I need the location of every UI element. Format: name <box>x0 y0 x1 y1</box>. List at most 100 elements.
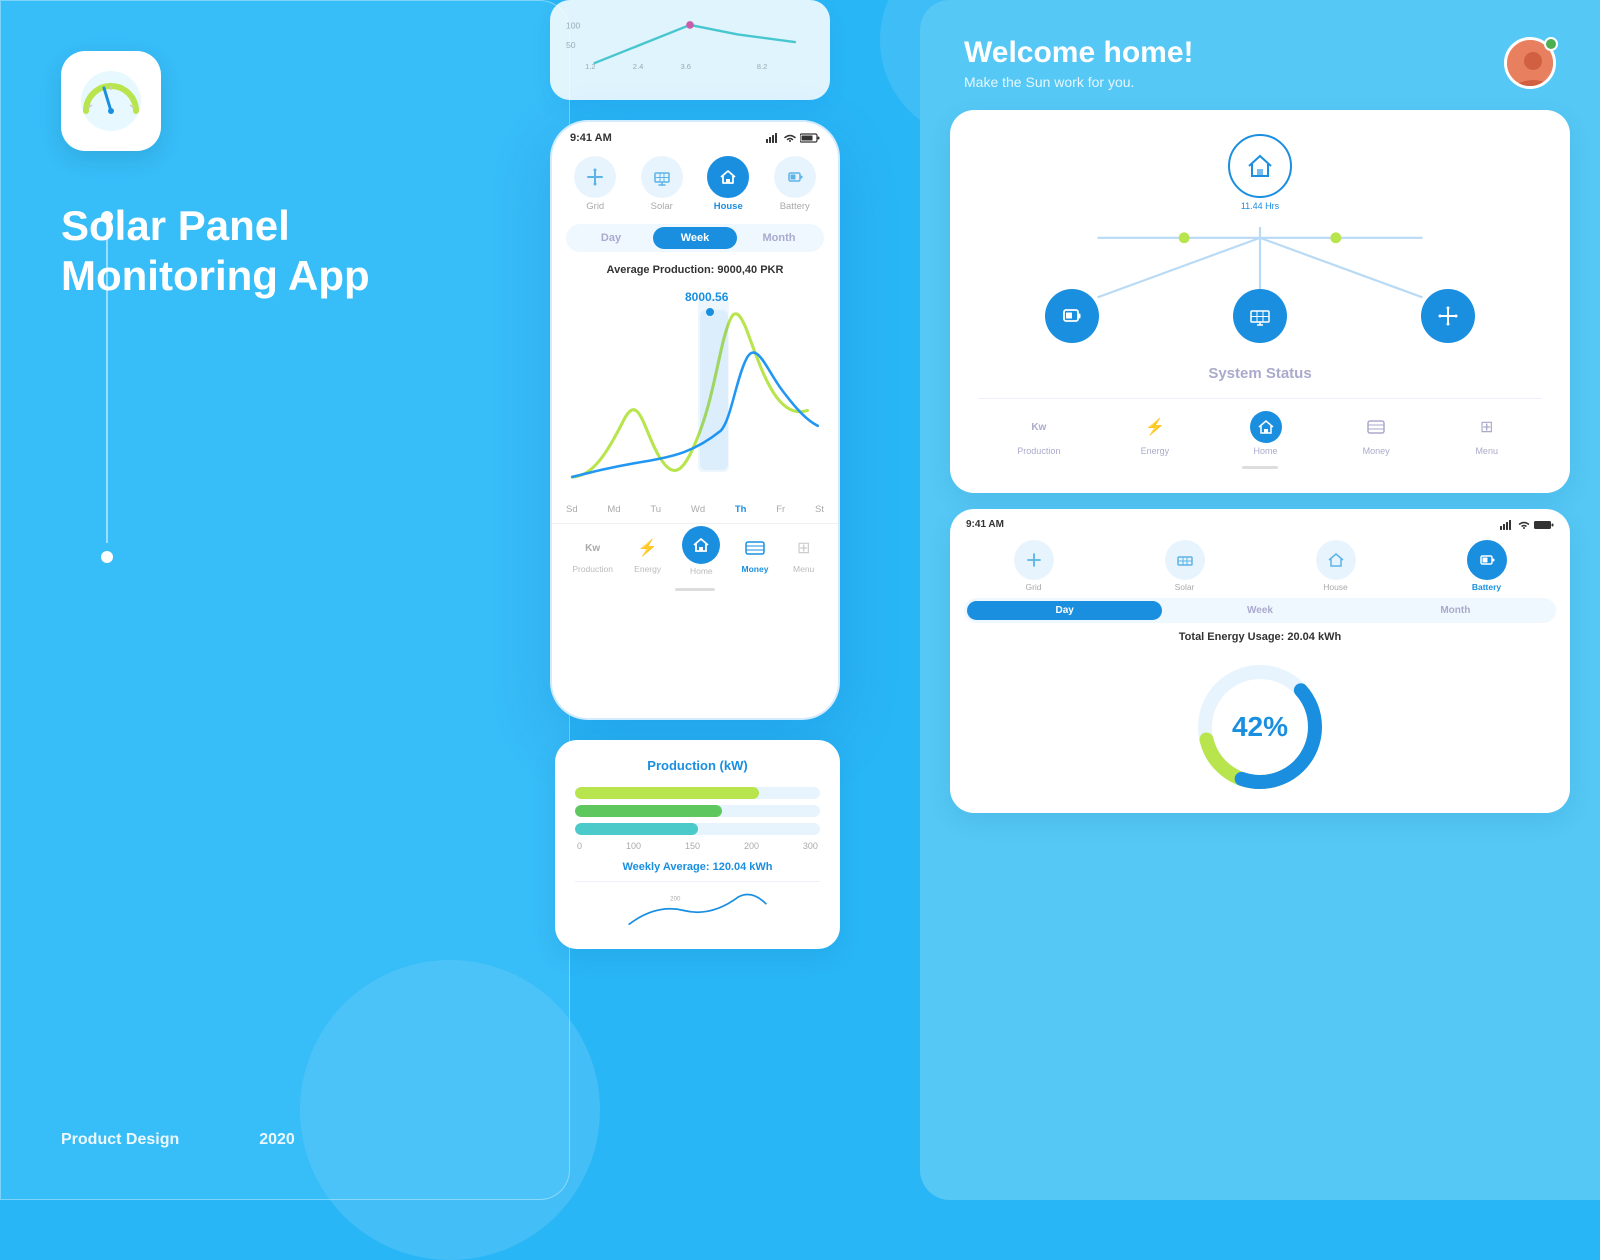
solar-diag-icon <box>1249 305 1271 327</box>
bat-period-month[interactable]: Month <box>1358 601 1553 620</box>
donut-chart: 42% <box>1190 657 1330 797</box>
svg-text:8.2: 8.2 <box>757 62 768 71</box>
kw-icon: Kw <box>579 534 607 562</box>
online-indicator <box>1544 37 1558 51</box>
bat-energy-usage: Total Energy Usage: 20.04 kWh <box>950 627 1570 647</box>
left-vertical-line <box>106 223 108 543</box>
bat-battery-icon <box>1534 520 1554 530</box>
system-bottom-nav: Kw Production ⚡ Energy Home <box>978 398 1542 456</box>
avatar-container <box>1504 37 1556 89</box>
sys-nav-menu[interactable]: ⊞ Menu <box>1471 411 1503 456</box>
sys-nav-energy[interactable]: ⚡ Energy <box>1139 411 1171 456</box>
phone-nav: Grid Solar <box>552 148 838 216</box>
house-nav-icon <box>719 168 737 186</box>
nav-battery[interactable]: Battery <box>774 156 816 212</box>
sys-nav-production[interactable]: Kw Production <box>1017 411 1060 456</box>
battery-icon <box>800 133 820 143</box>
period-month[interactable]: Month <box>737 227 821 249</box>
grid-icon <box>586 168 604 186</box>
chart-highlight-column <box>700 310 728 470</box>
phone-main: 9:41 AM <box>550 120 840 720</box>
diag-grid-node: 11.44 kW <box>1421 289 1475 357</box>
bat-battery-nav-icon <box>1467 540 1507 580</box>
x-axis-labels: Sd Md Tu Wd Th Fr St <box>552 500 838 519</box>
prod-bar-bg-1 <box>575 787 820 799</box>
bottom-money-label: Money <box>742 564 769 574</box>
donut-percent-label: 42% <box>1232 711 1288 743</box>
peak-label: 8000.56 <box>685 290 728 304</box>
svg-text:1.2: 1.2 <box>585 62 596 71</box>
bat-period-day[interactable]: Day <box>967 601 1162 620</box>
bottom-energy[interactable]: ⚡ Energy <box>634 534 662 576</box>
bat-nav: Grid Solar <box>950 534 1570 594</box>
sys-nav-home[interactable]: Home <box>1250 411 1282 456</box>
product-design-label: Product Design <box>61 1131 179 1149</box>
y-label-100: 100 <box>566 21 581 31</box>
house-value: 11.44 Hrs <box>1228 201 1292 211</box>
main-chart: 8000.56 <box>562 280 828 500</box>
prod-bar-bg-3 <box>575 823 820 835</box>
system-status-label: System Status <box>978 365 1542 382</box>
period-day[interactable]: Day <box>569 227 653 249</box>
period-week[interactable]: Week <box>653 227 737 249</box>
app-logo <box>61 51 161 151</box>
bat-nav-grid[interactable]: Grid <box>1014 540 1054 592</box>
prod-bar-2 <box>575 805 820 817</box>
bat-grid-icon <box>1014 540 1054 580</box>
prod-bottom-preview: 200 <box>575 881 820 931</box>
bottom-production[interactable]: Kw Production <box>572 534 613 576</box>
bottom-menu-label: Menu <box>793 564 814 574</box>
nav-house[interactable]: House <box>707 156 749 212</box>
nav-grid[interactable]: Grid <box>574 156 616 212</box>
battery-nav-circle <box>774 156 816 198</box>
bat-status-icons <box>1500 519 1554 530</box>
sys-energy-label: Energy <box>1141 446 1170 456</box>
bat-nav-battery[interactable]: Battery <box>1467 540 1507 592</box>
bat-wifi <box>1518 520 1530 530</box>
bat-period-selector: Day Week Month <box>964 598 1556 623</box>
bat-house-svg <box>1328 552 1344 568</box>
prod-card-title: Production (kW) <box>575 758 820 773</box>
prod-x-labels: 0 100 150 200 300 <box>575 841 820 851</box>
prod-bar-fill-3 <box>575 823 698 835</box>
bat-nav-solar[interactable]: Solar <box>1165 540 1205 592</box>
prod-bar-1 <box>575 787 820 799</box>
house-circle-icon <box>1228 134 1292 198</box>
sys-nav-money[interactable]: Money <box>1360 411 1392 456</box>
battery-nav-icon <box>786 168 804 186</box>
prod-bottom-svg: 200 <box>575 890 820 931</box>
bottom-home[interactable]: Home <box>682 534 720 576</box>
bat-nav-house[interactable]: House <box>1316 540 1356 592</box>
left-bottom-info: Product Design 2020 <box>61 1131 295 1149</box>
sys-prod-label: Production <box>1017 446 1060 456</box>
svg-text:2.4: 2.4 <box>633 62 644 71</box>
solar-node-value: 11.44 kW <box>1242 347 1278 357</box>
battery-node-value: 11.44 Hrs <box>1053 347 1090 357</box>
diag-battery-node: 11.44 Hrs <box>1045 289 1099 357</box>
left-dot-bottom <box>101 551 113 563</box>
grid-diag-icon <box>1437 305 1459 327</box>
sys-kw-icon: Kw <box>1023 411 1055 443</box>
welcome-text: Welcome home! Make the Sun work for you. <box>964 36 1194 90</box>
battery-node-icon <box>1045 289 1099 343</box>
bottom-money[interactable]: Money <box>741 534 769 576</box>
sys-menu-icon: ⊞ <box>1471 411 1503 443</box>
nav-battery-label: Battery <box>780 201 810 212</box>
signal-icon <box>766 133 780 143</box>
chart-svg <box>562 280 828 500</box>
bat-period-week[interactable]: Week <box>1162 601 1357 620</box>
nav-solar[interactable]: Solar <box>641 156 683 212</box>
menu-icon: ⊞ <box>790 534 818 562</box>
house-svg-icon <box>1246 152 1274 180</box>
grid-node-value: 11.44 kW <box>1430 347 1466 357</box>
bat-signal <box>1500 520 1514 530</box>
bottom-home-label: Home <box>690 566 713 576</box>
top-partial-card: 100 50 1.2 2.4 3.6 8.2 <box>550 0 830 100</box>
status-icons <box>766 133 820 143</box>
bottom-energy-label: Energy <box>634 564 661 574</box>
bottom-menu[interactable]: ⊞ Menu <box>790 534 818 576</box>
solar-panel-icon <box>653 168 671 186</box>
bat-house-icon <box>1316 540 1356 580</box>
grid-node-icon <box>1421 289 1475 343</box>
sys-menu-label: Menu <box>1475 446 1498 456</box>
